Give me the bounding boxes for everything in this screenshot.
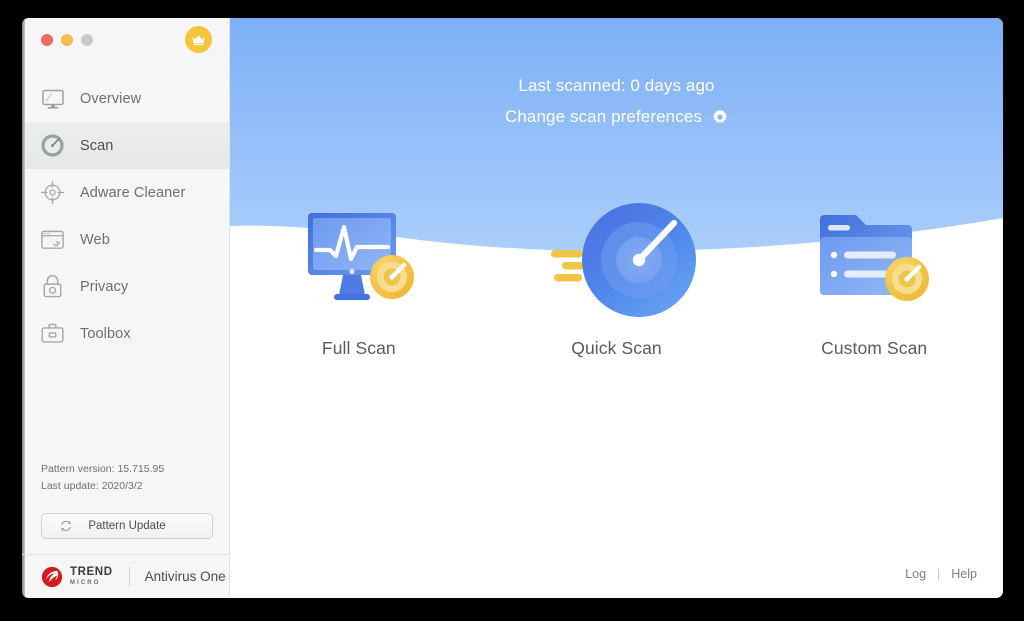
brand-name-bottom: MICRO xyxy=(70,579,101,586)
browser-icon xyxy=(39,226,66,253)
sidebar-item-toolbox[interactable]: Toolbox xyxy=(22,310,229,357)
product-name: Antivirus One xyxy=(144,569,226,584)
pattern-version: Pattern version: 15.715.95 xyxy=(41,463,165,476)
scan-option-quick-scan[interactable]: Quick Scan xyxy=(488,194,746,359)
brand-divider xyxy=(128,566,130,587)
sidebar-item-label: Toolbox xyxy=(80,325,131,342)
brand-bar: TREND MICRO Antivirus One xyxy=(22,554,229,598)
minimize-button[interactable] xyxy=(61,34,73,46)
pattern-update-label: Pattern Update xyxy=(88,520,166,532)
sidebar-item-privacy[interactable]: Privacy xyxy=(22,263,229,310)
main-footer: Log | Help xyxy=(905,567,977,581)
change-scan-preferences-label: Change scan preferences xyxy=(505,107,702,126)
sidebar-item-label: Web xyxy=(80,231,110,248)
premium-badge-button[interactable] xyxy=(185,26,212,53)
last-scanned-status: Last scanned: 0 days ago xyxy=(518,76,715,95)
main-panel: Last scanned: 0 days ago Change scan pre… xyxy=(230,18,1003,598)
scan-option-custom-scan[interactable]: Custom Scan xyxy=(745,194,1003,359)
pattern-update-button[interactable]: Pattern Update xyxy=(41,513,213,539)
gear-icon xyxy=(712,109,728,124)
lock-icon xyxy=(39,273,66,300)
log-link[interactable]: Log xyxy=(905,567,926,581)
monitor-pulse-gauge-icon xyxy=(298,194,420,324)
sidebar-item-adware-cleaner[interactable]: Adware Cleaner xyxy=(22,169,229,216)
application-window: Overview Scan Adware Cleaner Web Privacy… xyxy=(22,18,1003,598)
sidebar-nav: Overview Scan Adware Cleaner Web Privacy… xyxy=(22,75,229,357)
target-icon xyxy=(39,179,66,206)
footer-separator: | xyxy=(937,567,941,581)
scan-options: Full Scan Quick Scan Custom Scan xyxy=(230,194,1003,359)
hero-text: Last scanned: 0 days ago Change scan pre… xyxy=(230,18,1003,127)
sidebar-item-label: Scan xyxy=(80,137,114,154)
sidebar-item-scan[interactable]: Scan xyxy=(22,122,229,169)
change-scan-preferences-link[interactable]: Change scan preferences xyxy=(505,107,728,127)
window-controls xyxy=(41,34,93,46)
sidebar-item-web[interactable]: Web xyxy=(22,216,229,263)
sidebar-item-label: Adware Cleaner xyxy=(80,184,186,201)
toolbox-icon xyxy=(39,320,66,347)
gauge-icon xyxy=(39,132,66,159)
sidebar-item-label: Overview xyxy=(80,90,142,107)
scan-option-full-scan[interactable]: Full Scan xyxy=(230,194,488,359)
crown-icon xyxy=(192,34,205,46)
monitor-icon xyxy=(39,85,66,112)
help-link[interactable]: Help xyxy=(951,567,977,581)
zoom-button[interactable] xyxy=(81,34,93,46)
last-update: Last update: 2020/3/2 xyxy=(41,479,143,492)
scan-option-label: Custom Scan xyxy=(821,338,928,358)
sidebar-item-overview[interactable]: Overview xyxy=(22,75,229,122)
scan-option-label: Quick Scan xyxy=(571,338,662,358)
trend-micro-wordmark: TREND MICRO xyxy=(70,567,113,586)
radar-gauge-icon xyxy=(538,194,696,324)
sidebar-item-label: Privacy xyxy=(80,278,129,295)
title-bar xyxy=(22,18,229,62)
sidebar: Overview Scan Adware Cleaner Web Privacy… xyxy=(22,18,230,598)
folder-checklist-gauge-icon xyxy=(812,194,936,324)
refresh-icon xyxy=(61,520,71,532)
trend-micro-logo-icon xyxy=(41,566,63,587)
close-button[interactable] xyxy=(41,34,53,46)
brand-name-top: TREND xyxy=(70,566,113,579)
scan-option-label: Full Scan xyxy=(321,338,396,358)
pattern-info: Pattern version: 15.715.95 Last update: … xyxy=(41,461,164,494)
